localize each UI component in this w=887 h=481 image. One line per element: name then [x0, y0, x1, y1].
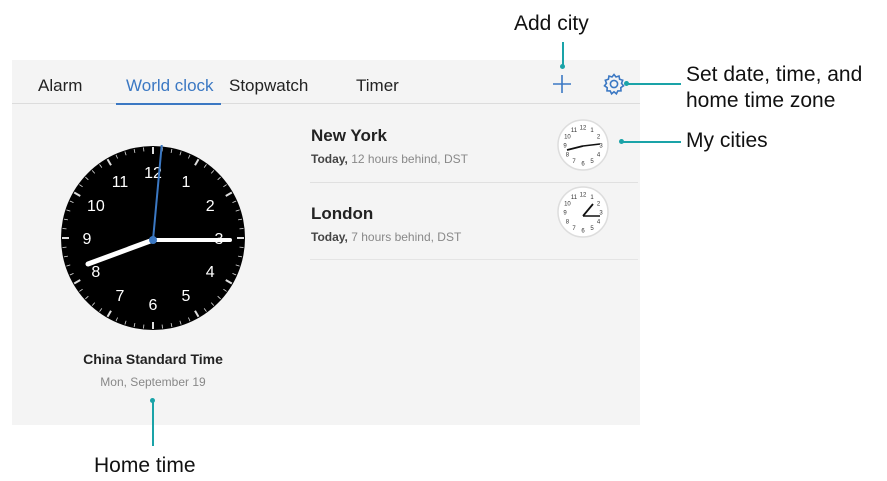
clock-numeral: 4: [206, 264, 215, 281]
tab-divider: [12, 103, 640, 104]
clock-numeral: 10: [564, 202, 571, 208]
clock-numeral: 12: [580, 126, 587, 132]
list-item[interactable]: London Today, 7 hours behind, DST: [311, 204, 461, 244]
callout-home-time: Home time: [94, 454, 196, 477]
clock-numeral: 1: [182, 174, 191, 191]
tab-timer[interactable]: Timer: [356, 76, 399, 96]
tab-stopwatch[interactable]: Stopwatch: [229, 76, 308, 96]
callout-line: [626, 83, 681, 85]
callout-add-city: Add city: [514, 12, 589, 35]
callout-dot: [150, 398, 155, 403]
city-name: New York: [311, 126, 387, 145]
settings-button[interactable]: [602, 72, 626, 96]
add-city-button[interactable]: [548, 70, 576, 98]
clock-numeral: 8: [91, 264, 100, 281]
city-offset: Today, 7 hours behind, DST: [311, 230, 462, 244]
list-divider: [310, 182, 638, 183]
tab-world-clock[interactable]: World clock: [126, 76, 214, 96]
clock-numeral: 7: [116, 288, 125, 305]
callout-settings-line2: home time zone: [686, 89, 836, 112]
new-york-clock: 12 1 2 3 4 5 6 7 8 9 10 11: [557, 119, 609, 171]
list-item[interactable]: New York Today, 12 hours behind, DST: [311, 126, 468, 166]
plus-icon: [553, 75, 571, 93]
callout-dot: [560, 64, 565, 69]
callout-settings-line1: Set date, time, and: [686, 63, 863, 86]
clock-numeral: 11: [112, 174, 129, 191]
callout-line: [621, 141, 681, 143]
home-time-zone: China Standard Time: [83, 351, 223, 367]
clock-numeral: 9: [83, 231, 92, 248]
callout-line: [562, 42, 564, 66]
callout-dot: [624, 81, 629, 86]
city-offset: Today, 12 hours behind, DST: [311, 152, 468, 166]
clock-numeral: 10: [87, 198, 105, 215]
clock-numeral: 10: [564, 135, 571, 141]
london-clock: 12 1 2 3 4 5 6 7 8 9 10 11: [557, 186, 609, 238]
clock-numeral: 5: [182, 288, 191, 305]
callout-dot: [619, 139, 624, 144]
list-divider: [310, 259, 638, 260]
clock-numeral: 2: [206, 198, 215, 215]
active-tab-indicator: [116, 103, 221, 105]
clock-numeral: 6: [149, 297, 158, 314]
home-clock: 121234567891011: [60, 141, 246, 331]
city-name: London: [311, 204, 374, 223]
clock-numeral: 11: [571, 195, 578, 201]
tab-alarm[interactable]: Alarm: [38, 76, 82, 96]
callout-settings: Set date, time, and home time zone: [686, 62, 862, 114]
callout-my-cities: My cities: [686, 129, 768, 152]
home-date: Mon, September 19: [100, 375, 206, 389]
gear-icon: [603, 73, 625, 96]
clock-numeral: 12: [580, 193, 587, 199]
callout-line: [152, 400, 154, 446]
clock-numeral: 11: [571, 128, 578, 134]
